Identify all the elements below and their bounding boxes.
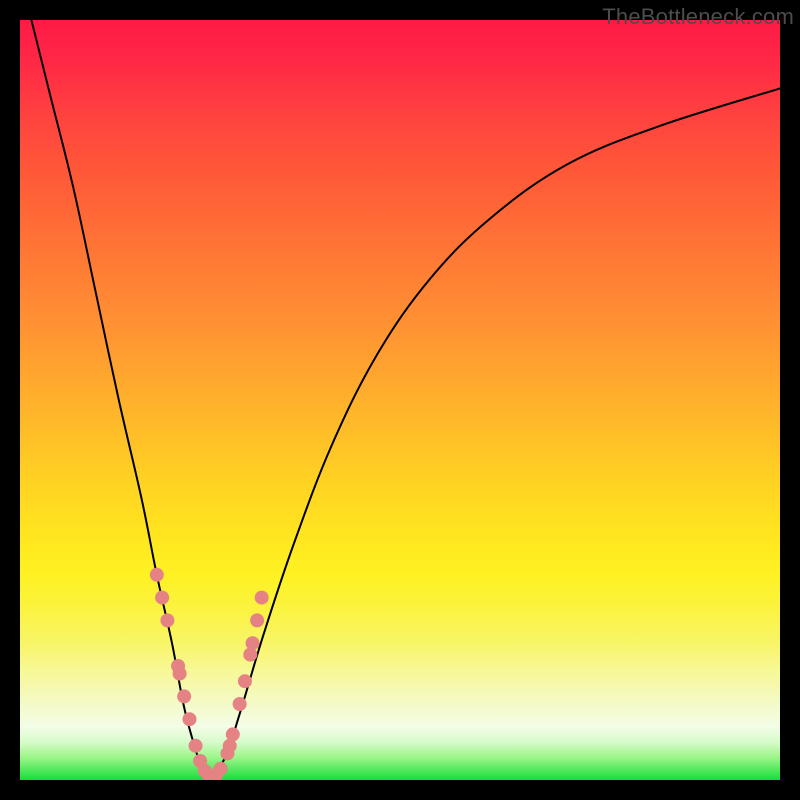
dot-marker [182,712,196,726]
dot-marker [150,568,164,582]
dot-marker [233,697,247,711]
dot-marker [160,613,174,627]
curve-right-path [210,88,780,780]
dot-marker [255,591,269,605]
chart-svg [20,20,780,780]
dot-marker [250,613,264,627]
dot-marker [189,739,203,753]
dot-marker [246,636,260,650]
plot-area [20,20,780,780]
curve-right [210,88,780,780]
dot-marker [155,591,169,605]
chart-frame: TheBottleneck.com [0,0,800,800]
dot-marker [173,667,187,681]
dot-marker [226,727,240,741]
dot-marker [214,762,228,776]
watermark-text: TheBottleneck.com [602,4,794,30]
dot-marker [177,689,191,703]
dot-marker [238,674,252,688]
